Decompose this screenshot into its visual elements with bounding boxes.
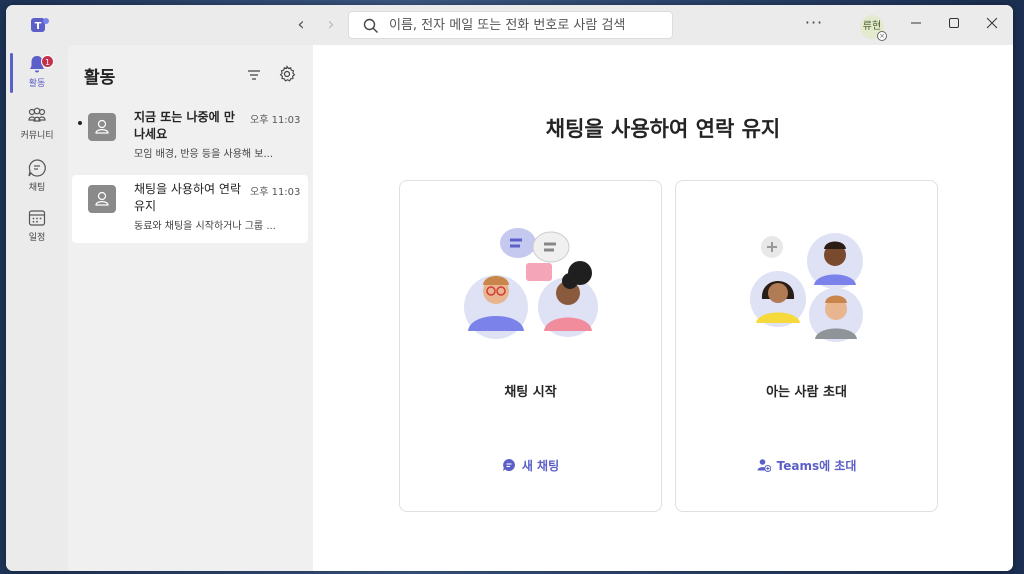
gear-icon[interactable] <box>278 65 296 83</box>
close-icon <box>986 17 998 29</box>
chat-illustration-icon <box>464 228 598 339</box>
svg-text:T: T <box>35 21 42 32</box>
person-icon <box>95 119 109 134</box>
chat-icon <box>502 459 515 471</box>
rail-item-activity[interactable]: 1 활동 <box>6 49 68 97</box>
teams-logo-icon: T <box>31 18 49 32</box>
new-chat-button[interactable]: 새 채팅 <box>400 457 661 474</box>
new-chat-label: 새 채팅 <box>521 459 560 473</box>
maximize-icon <box>949 18 959 28</box>
rail-item-calendar[interactable]: 일정 <box>6 203 68 251</box>
back-arrow-icon[interactable]: ‹ <box>290 15 312 35</box>
minimize-icon <box>911 22 921 24</box>
title-bar: T ‹ › ··· 류현 × <box>6 5 1013 45</box>
active-indicator <box>10 53 13 93</box>
presence-status-icon: × <box>877 31 887 41</box>
card-title: 아는 사람 초대 <box>766 385 847 400</box>
card-title: 채팅 시작 <box>504 385 557 400</box>
unread-dot <box>78 121 82 125</box>
rail-item-label: 활동 <box>28 79 46 89</box>
notification-badge: 1 <box>41 55 54 68</box>
activity-time: 오후 11:03 <box>250 187 301 198</box>
teams-window: T ‹ › ··· 류현 × <box>6 5 1013 571</box>
avatar <box>88 185 116 213</box>
invite-card: 아는 사람 초대 Teams에 초대 <box>675 180 938 512</box>
community-icon <box>28 107 46 122</box>
activity-pane: 활동 지금 또는 나중에 만나세요 오후 11:03 모임 배경, 반응 등을 … <box>68 45 313 571</box>
activity-preview: 동료와 채팅을 시작하거나 그룹 ... <box>134 221 276 232</box>
app-bar: 1 활동 커뮤니티 채팅 일정 <box>6 45 68 571</box>
person-icon <box>95 191 109 206</box>
invite-label: Teams에 초대 <box>776 459 857 473</box>
filter-icon[interactable] <box>246 67 262 83</box>
pane-title: 활동 <box>84 68 116 88</box>
people-illustration-icon <box>750 233 863 342</box>
activity-time: 오후 11:03 <box>250 115 301 126</box>
close-button[interactable] <box>980 13 1004 37</box>
rail-item-label: 채팅 <box>28 183 46 193</box>
page-title: 채팅을 사용하여 연락 유지 <box>545 117 781 141</box>
rail-item-label: 일정 <box>28 233 46 243</box>
search-icon <box>363 18 378 33</box>
more-options-button[interactable]: ··· <box>802 13 826 35</box>
calendar-icon <box>28 210 46 226</box>
search-box[interactable] <box>348 11 673 39</box>
start-chat-card: 채팅 시작 새 채팅 <box>399 180 662 512</box>
activity-preview: 모임 배경, 반응 등을 사용해 보... <box>134 149 274 160</box>
avatar <box>88 113 116 141</box>
add-person-icon <box>757 459 771 472</box>
maximize-button[interactable] <box>942 13 966 37</box>
minimize-button[interactable] <box>904 13 928 37</box>
chat-icon <box>28 159 46 177</box>
activity-item[interactable]: 지금 또는 나중에 만나세요 오후 11:03 모임 배경, 반응 등을 사용해… <box>72 103 308 171</box>
rail-item-label: 커뮤니티 <box>20 131 54 141</box>
activity-title: 채팅을 사용하여 연락 유지 <box>134 182 241 213</box>
rail-item-chat[interactable]: 채팅 <box>6 153 68 201</box>
forward-arrow-icon[interactable]: › <box>320 15 342 35</box>
invite-to-teams-button[interactable]: Teams에 초대 <box>676 457 937 474</box>
search-input[interactable] <box>389 15 664 35</box>
main-content: 채팅을 사용하여 연락 유지 채팅 시작 새 채팅 아는 사람 초대 Teams… <box>313 45 1013 571</box>
activity-item[interactable]: 채팅을 사용하여 연락 유지 오후 11:03 동료와 채팅을 시작하거나 그룹… <box>72 175 308 243</box>
activity-title: 지금 또는 나중에 만나세요 <box>134 110 235 141</box>
rail-item-community[interactable]: 커뮤니티 <box>6 101 68 149</box>
